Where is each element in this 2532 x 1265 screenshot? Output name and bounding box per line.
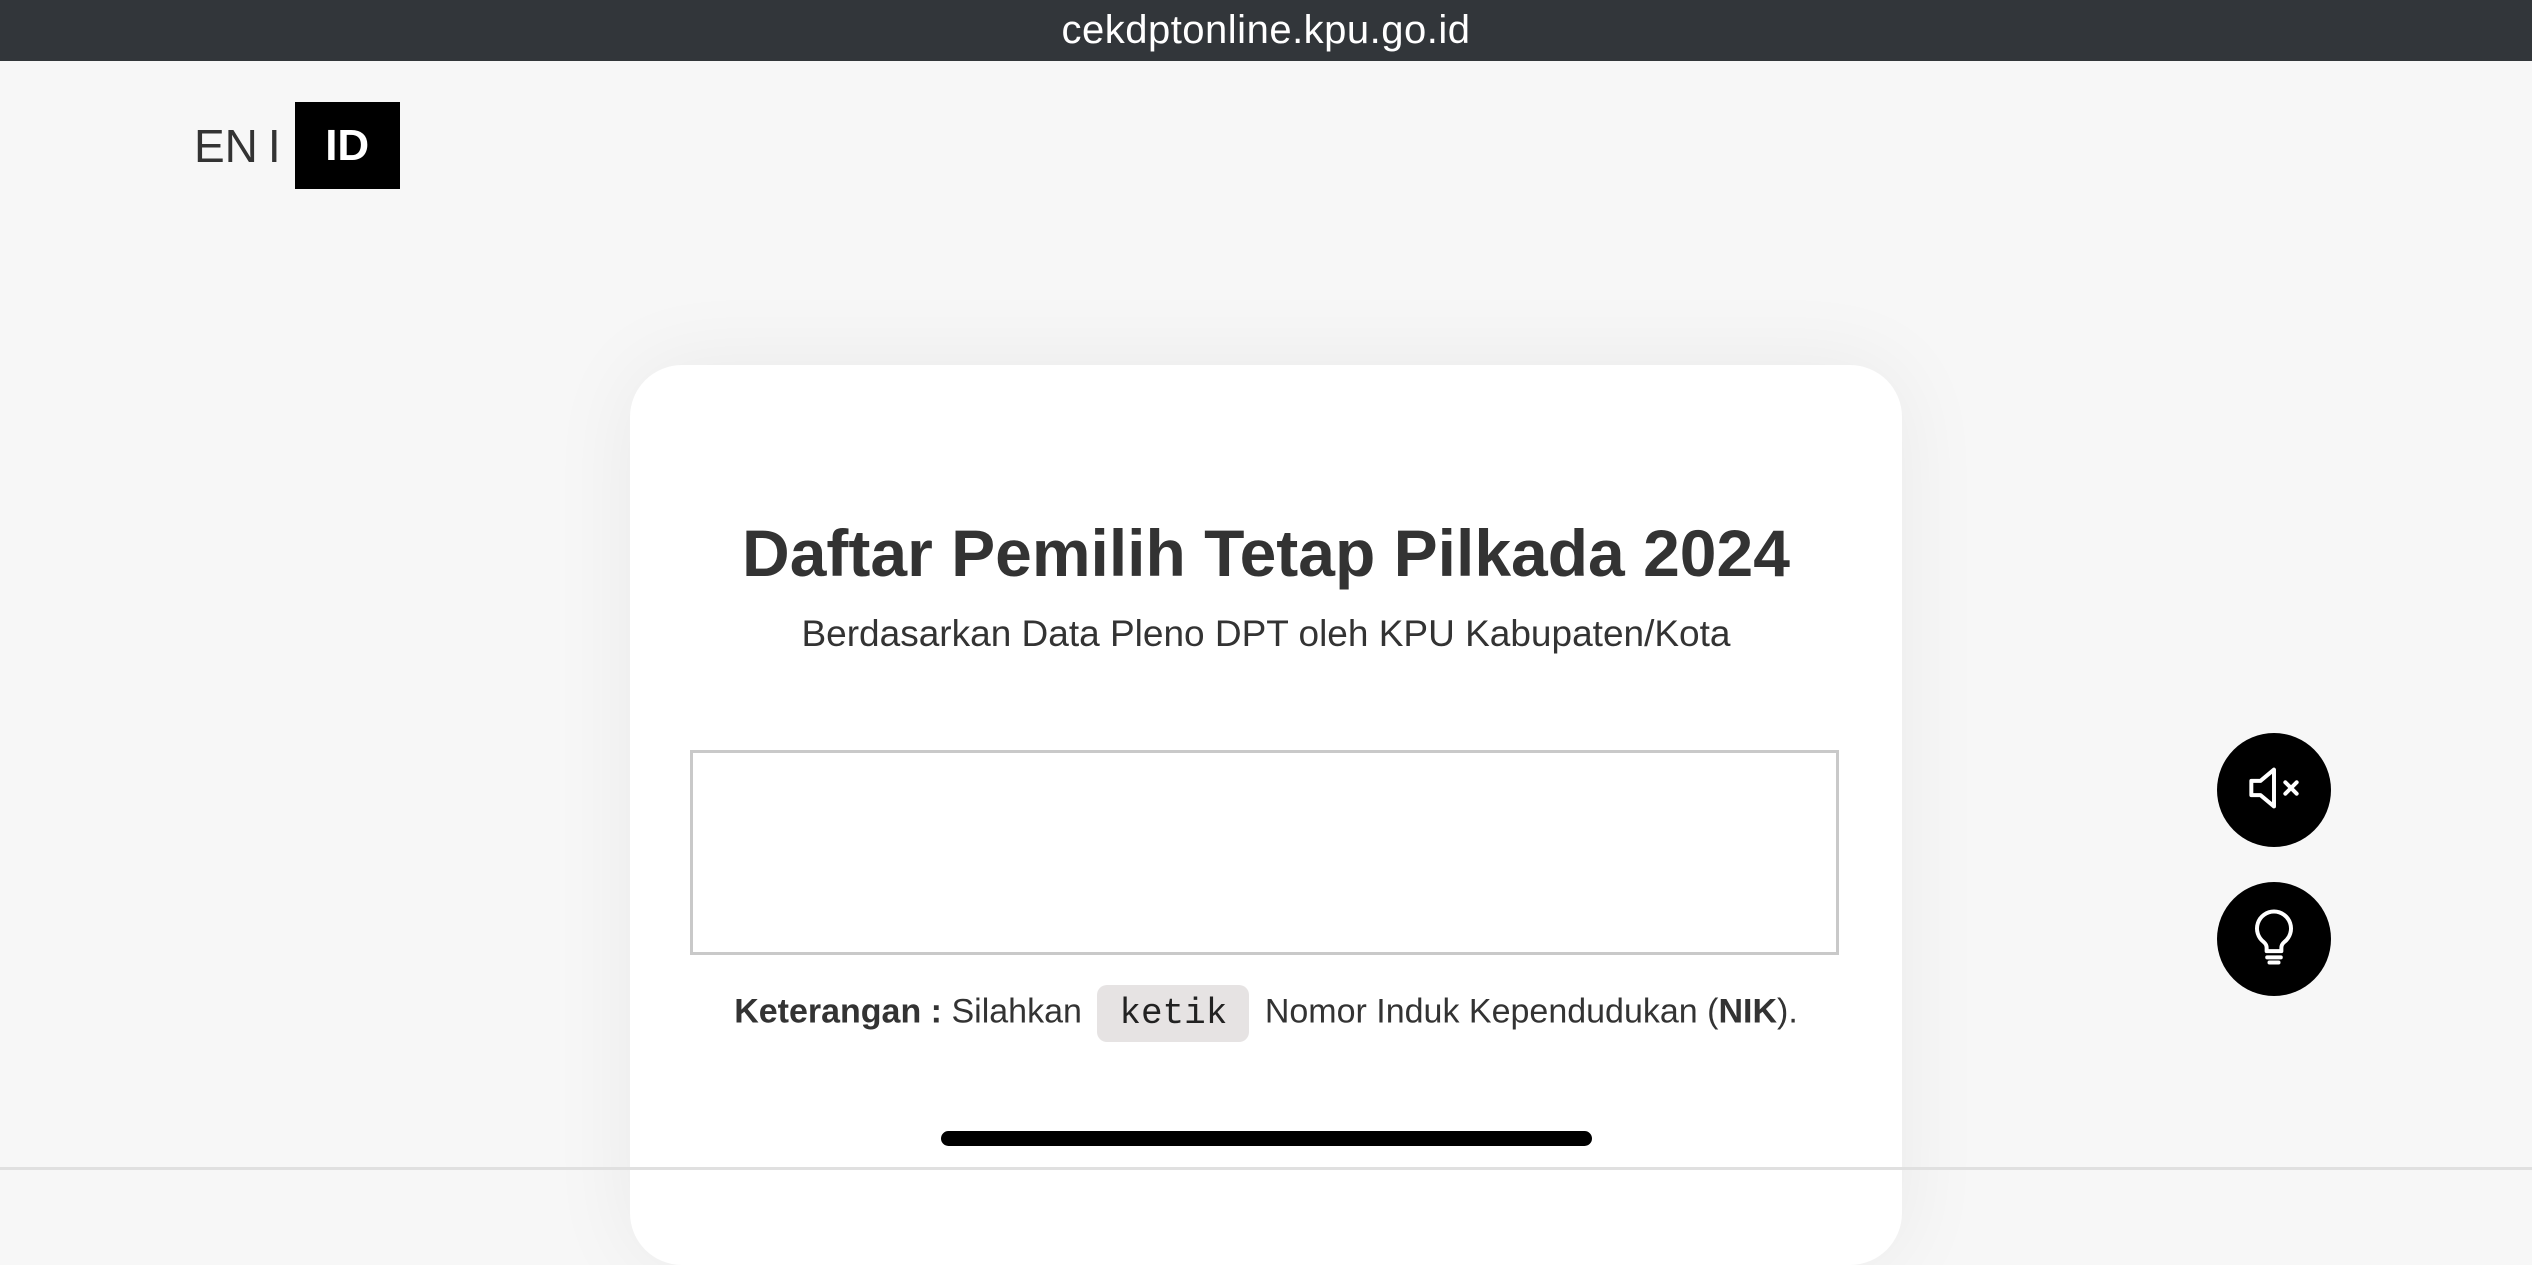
lightbulb-icon (2240, 903, 2308, 976)
keyword-chip: ketik (1097, 985, 1250, 1042)
instruction-note: Keterangan : Silahkan ketik Nomor Induk … (630, 985, 1902, 1042)
url-text: cekdptonline.kpu.go.id (1061, 8, 1471, 52)
note-text-before: Silahkan (951, 992, 1082, 1031)
note-text-end: ). (1777, 992, 1798, 1031)
language-id-button[interactable]: ID (294, 102, 400, 189)
search-card: Daftar Pemilih Tetap Pilkada 2024 Berdas… (630, 365, 1902, 1265)
note-label: Keterangan : (734, 992, 943, 1031)
language-separator: I (267, 119, 281, 172)
browser-url-bar[interactable]: cekdptonline.kpu.go.id (0, 0, 2532, 61)
nik-input[interactable] (690, 750, 1839, 955)
home-indicator (941, 1131, 1592, 1146)
hint-button[interactable] (2217, 882, 2331, 996)
language-en-link[interactable]: EN (194, 119, 258, 173)
page-title: Daftar Pemilih Tetap Pilkada 2024 (742, 516, 1790, 590)
mute-button[interactable] (2217, 733, 2331, 847)
note-text-after: Nomor Induk Kependudukan ( (1264, 992, 1719, 1031)
page-subtitle: Berdasarkan Data Pleno DPT oleh KPU Kabu… (801, 613, 1731, 654)
note-bold-term: NIK (1718, 992, 1778, 1031)
speaker-mute-icon (2240, 754, 2308, 827)
language-switcher: EN I ID (194, 102, 400, 189)
